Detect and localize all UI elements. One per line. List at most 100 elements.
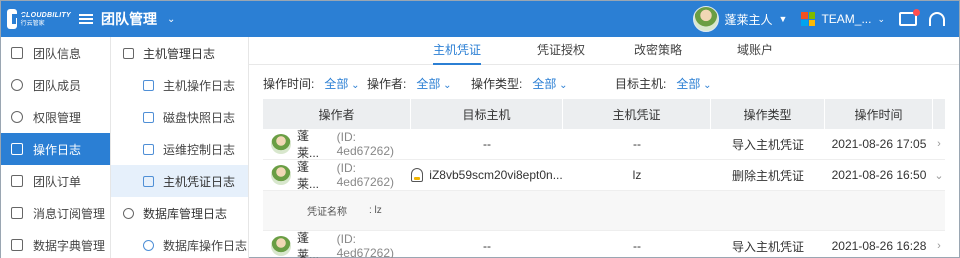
filter-time-select[interactable]: 全部: [324, 75, 359, 92]
sidebar-item-label: 消息订阅管理: [33, 206, 106, 221]
target-host: --: [483, 137, 491, 151]
order-icon: [11, 175, 23, 187]
host-credential: --: [633, 137, 641, 151]
host-credential: lz: [632, 168, 642, 182]
permission-icon: [11, 111, 23, 123]
sidebar-item-label: 权限管理: [33, 110, 82, 125]
column-header-target-host: 目标主机: [411, 99, 563, 129]
subnav-item-ops-control-log[interactable]: 运维控制日志: [111, 133, 248, 165]
filter-operator-select[interactable]: 全部: [416, 75, 451, 92]
sidebar-item-label: 团队订单: [33, 174, 82, 189]
mail-icon: [11, 207, 23, 219]
credential-log-table: 操作者 目标主机 主机凭证 操作类型 操作时间 蓬莱... (ID: 4ed672…: [263, 99, 945, 258]
sidebar-item-data-dictionary[interactable]: 数据字典管理: [1, 229, 110, 258]
chevron-right-icon[interactable]: ›: [933, 129, 945, 159]
subnav-item-label: 运维控制日志: [163, 142, 236, 157]
column-header-operation-time: 操作时间: [825, 99, 933, 129]
credential-icon: [143, 175, 154, 187]
filter-label: 目标主机:: [615, 77, 667, 91]
message-icon[interactable]: [899, 9, 920, 26]
subnav-group-label: 数据库管理日志: [143, 206, 228, 221]
table-row[interactable]: 蓬莱... (ID: 4ed67262) iZ8vb59scm20vi8ept0n…: [263, 160, 945, 191]
sidebar-item-permissions[interactable]: 权限管理: [1, 101, 110, 133]
database-icon: [143, 239, 154, 251]
sidebar-item-team-info[interactable]: 团队信息: [1, 37, 110, 69]
subnav-item-host-credential-log[interactable]: 主机凭证日志: [111, 165, 248, 197]
brand-name: CLOUDBILITY: [20, 11, 71, 19]
filter-operation-type: 操作类型: 全部: [471, 75, 568, 92]
column-header-operator: 操作者: [263, 99, 411, 129]
page-title: 团队管理: [101, 11, 157, 27]
subnav-item-database-operation-log[interactable]: 数据库操作日志: [111, 229, 248, 258]
operator-name: 蓬莱...: [297, 160, 320, 191]
filter-target-host: 目标主机: 全部: [615, 75, 712, 92]
row-detail: 凭证名称 : lz: [263, 191, 945, 231]
members-icon: [11, 79, 23, 91]
target-host: iZ8vb59scm20vi8ept0n...: [429, 168, 563, 182]
user-avatar[interactable]: [692, 6, 719, 32]
avatar: [271, 134, 291, 154]
filter-label: 操作者:: [367, 77, 407, 91]
table-row[interactable]: 蓬莱... (ID: 4ed67262) -- -- 导入主机凭证 2021-08…: [263, 129, 945, 160]
sidebar-item-message-subscription[interactable]: 消息订阅管理: [1, 197, 110, 229]
database-icon: [123, 207, 134, 219]
support-headset-icon[interactable]: [929, 12, 945, 26]
sidebar-item-label: 团队成员: [33, 78, 82, 93]
column-header-operation-type: 操作类型: [711, 99, 825, 129]
tab-password-policy[interactable]: 改密策略: [634, 37, 682, 65]
column-header-credential: 主机凭证: [563, 99, 711, 129]
avatar: [271, 165, 291, 185]
filter-operator: 操作者: 全部: [367, 75, 452, 92]
filter-type-select[interactable]: 全部: [532, 75, 567, 92]
title-chevron-down-icon[interactable]: ⌄: [167, 14, 175, 25]
chevron-right-icon[interactable]: ›: [933, 231, 945, 258]
subnav-item-label: 主机操作日志: [163, 78, 236, 93]
clipboard-icon: [123, 47, 134, 59]
log-icon: [11, 143, 23, 155]
tab-credential-authorization[interactable]: 凭证授权: [537, 37, 585, 65]
filter-host-select[interactable]: 全部: [676, 75, 711, 92]
table-header: 操作者 目标主机 主机凭证 操作类型 操作时间: [263, 99, 945, 129]
operator-id: (ID: 4ed67262): [336, 232, 394, 258]
filter-operation-time: 操作时间: 全部: [263, 75, 360, 92]
subnav-group-label: 主机管理日志: [143, 46, 216, 61]
subnav-item-host-operation-log[interactable]: 主机操作日志: [111, 69, 248, 101]
operation-type: 导入主机凭证: [731, 137, 804, 152]
subnav-item-label: 主机凭证日志: [163, 174, 236, 189]
avatar: [271, 236, 291, 256]
chevron-down-icon[interactable]: ⌄: [933, 160, 945, 190]
menu-icon[interactable]: [79, 14, 93, 24]
user-name[interactable]: 蓬莱主人: [725, 11, 773, 28]
sidebar-item-label: 操作日志: [33, 142, 82, 157]
sidebar-item-operation-log[interactable]: 操作日志: [1, 133, 110, 165]
user-caret-down-icon[interactable]: ▼: [779, 14, 788, 24]
tab-domain-account[interactable]: 域账户: [737, 37, 773, 65]
target-host-link[interactable]: iZ8vb59scm20vi8ept0n...: [411, 168, 563, 182]
brand-logo[interactable]: CLOUDBILITY 行云管家: [7, 9, 71, 29]
table-row[interactable]: 蓬莱... (ID: 4ed67262) -- -- 导入主机凭证 2021-08…: [263, 231, 945, 258]
top-bar: CLOUDBILITY 行云管家 团队管理 ⌄ 蓬莱主人 ▼ TEAM_... …: [1, 1, 959, 37]
subnav-item-label: 数据库操作日志: [163, 238, 248, 253]
filter-label: 操作时间:: [263, 77, 315, 91]
operator-name: 蓬莱...: [297, 231, 320, 258]
operation-time: 2021-08-26 16:50: [831, 168, 927, 182]
disk-icon: [143, 111, 154, 123]
target-host: --: [483, 239, 491, 253]
subnav-item-label: 磁盘快照日志: [163, 110, 236, 125]
operation-time: 2021-08-26 17:05: [831, 137, 927, 151]
sidebar-item-team-members[interactable]: 团队成员: [1, 69, 110, 101]
tab-host-credential[interactable]: 主机凭证: [433, 37, 482, 65]
team-name[interactable]: TEAM_...: [821, 12, 871, 26]
subnav-group-database-logs[interactable]: 数据库管理日志: [111, 197, 248, 229]
dictionary-icon: [11, 239, 23, 251]
sidebar-item-team-orders[interactable]: 团队订单: [1, 165, 110, 197]
subnav-group-host-logs[interactable]: 主机管理日志: [111, 37, 248, 69]
detail-value: : lz: [369, 205, 382, 216]
operator-name: 蓬莱...: [297, 129, 320, 160]
microsoft-logo-icon: [801, 12, 816, 26]
sidebar: 团队信息 团队成员 权限管理 操作日志 团队订单 消息订阅管理 数据字典管理: [1, 37, 111, 258]
operation-type: 删除主机凭证: [731, 168, 804, 183]
subnav-item-disk-snapshot-log[interactable]: 磁盘快照日志: [111, 101, 248, 133]
host-credential: --: [633, 239, 641, 253]
team-chevron-down-icon[interactable]: ⌄: [877, 14, 885, 25]
